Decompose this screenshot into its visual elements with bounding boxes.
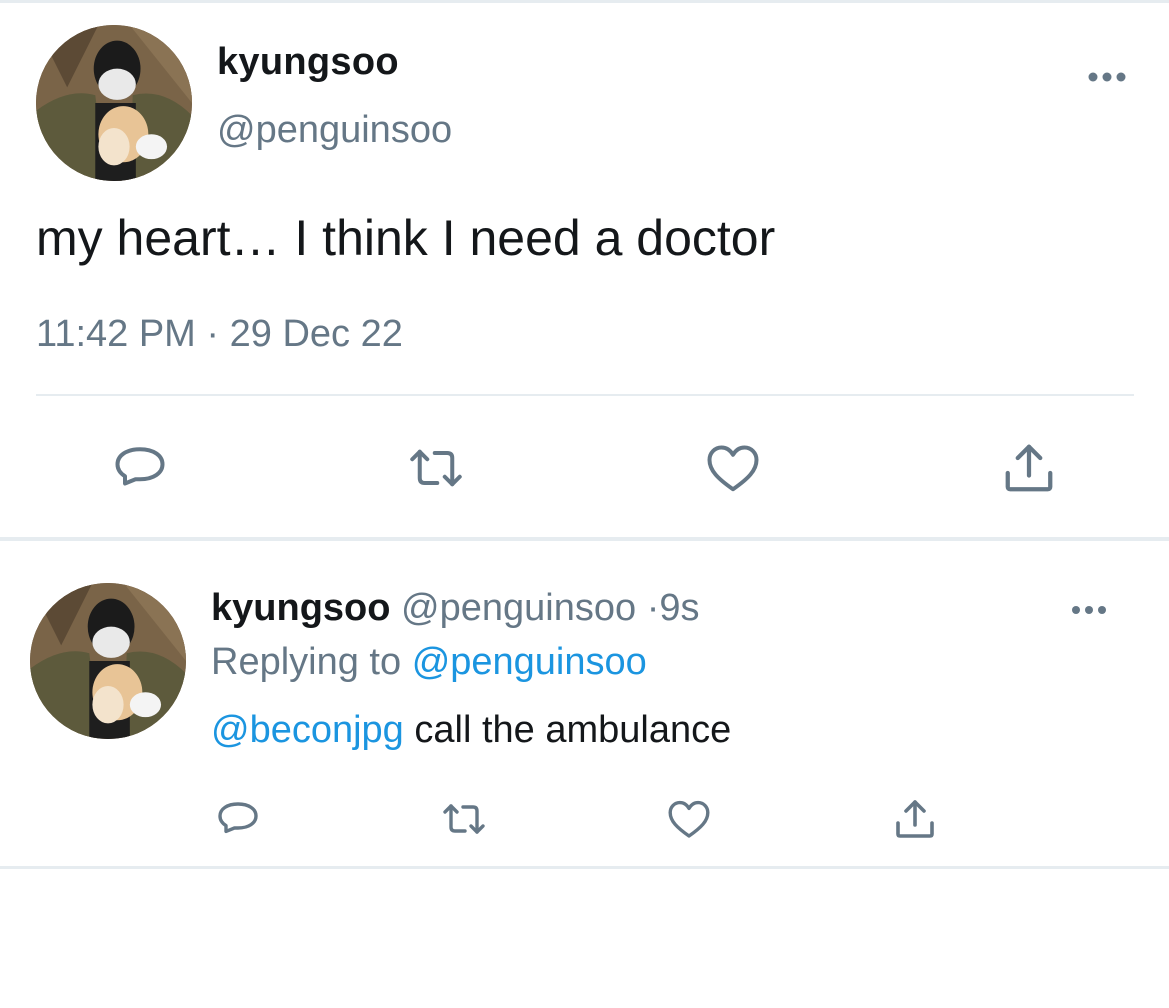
more-options-button[interactable] <box>1086 67 1128 87</box>
like-button[interactable] <box>665 795 713 843</box>
share-button[interactable] <box>999 438 1059 498</box>
avatar[interactable] <box>30 583 186 739</box>
reply-icon <box>218 802 258 834</box>
reply-header: kyungsoo @penguinsoo ·9s <box>211 587 699 630</box>
avatar-photo <box>30 583 186 739</box>
retweet-icon <box>410 449 462 487</box>
retweet-button[interactable] <box>440 795 488 843</box>
reply-tweet[interactable]: kyungsoo @penguinsoo ·9s Replying to @pe… <box>0 541 1169 866</box>
meta-divider <box>36 394 1134 396</box>
like-button[interactable] <box>703 438 763 498</box>
share-icon <box>896 800 934 838</box>
retweet-button[interactable] <box>406 438 466 498</box>
tweet-time[interactable]: 11:42 PM <box>36 313 196 355</box>
tweet-text: my heart… I think I need a doctor <box>36 210 776 266</box>
display-name[interactable]: kyungsoo <box>211 587 390 629</box>
replying-to-handle-link[interactable]: @penguinsoo <box>412 641 647 683</box>
avatar[interactable] <box>36 25 192 181</box>
tweet-age[interactable]: 9s <box>659 587 699 629</box>
tweet-date[interactable]: 29 Dec 22 <box>230 313 403 355</box>
user-handle[interactable]: @penguinsoo <box>401 587 636 629</box>
reply-body: call the ambulance <box>403 709 732 751</box>
share-icon <box>1005 444 1053 492</box>
meta-separator: · <box>646 587 660 629</box>
tweet-timestamp: 11:42 PM · 29 Dec 22 <box>36 313 403 356</box>
more-options-button[interactable] <box>1070 601 1108 619</box>
ellipsis-icon <box>1072 606 1106 614</box>
reply-icon <box>115 447 165 486</box>
reply-button[interactable] <box>214 795 262 843</box>
avatar-photo <box>36 25 192 181</box>
reply-button[interactable] <box>110 438 170 498</box>
display-name[interactable]: kyungsoo <box>217 41 399 84</box>
mention-link[interactable]: @beconjpg <box>211 709 404 751</box>
retweet-icon <box>443 804 485 834</box>
meta-separator: · <box>206 313 220 355</box>
main-tweet: kyungsoo @penguinsoo my heart… I think I… <box>0 3 1169 540</box>
replying-to: Replying to @penguinsoo <box>211 641 647 684</box>
ellipsis-icon <box>1088 72 1126 82</box>
like-icon <box>668 800 710 838</box>
bottom-divider <box>0 866 1169 869</box>
replying-prefix: Replying to <box>211 641 402 683</box>
share-button[interactable] <box>891 795 939 843</box>
like-icon <box>707 445 759 492</box>
user-handle[interactable]: @penguinsoo <box>217 109 452 152</box>
tweet-text: @beconjpg call the ambulance <box>211 709 731 752</box>
